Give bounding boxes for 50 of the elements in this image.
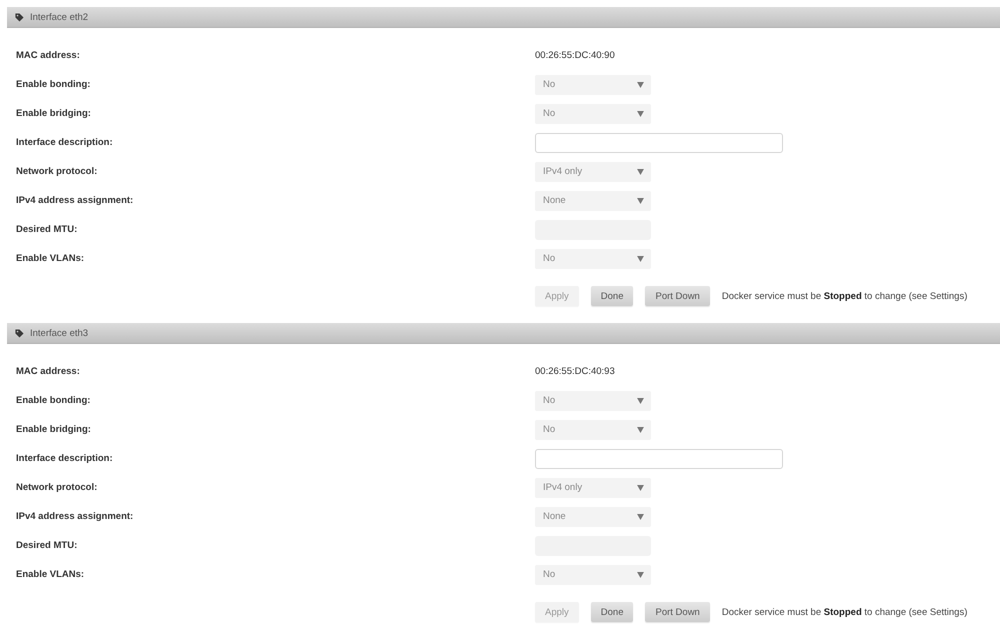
select-field[interactable]: No <box>535 420 651 440</box>
caret-icon <box>637 572 644 578</box>
field-label: IPv4 address assignment: <box>16 511 134 522</box>
field-label: Interface description: <box>16 453 114 464</box>
caret-icon <box>637 198 644 204</box>
tag-icon <box>15 12 24 22</box>
field-label: IPv4 address assignment: <box>16 195 134 206</box>
select-field[interactable]: None <box>535 190 651 210</box>
field-label: Desired MTU: <box>16 224 78 235</box>
field-label: Interface description: <box>16 137 114 148</box>
field-label: Enable VLANs: <box>16 253 86 264</box>
field-label: Enable VLANs: <box>16 569 86 580</box>
action-button[interactable]: Done <box>590 602 634 622</box>
select-field[interactable]: None <box>535 506 651 526</box>
select-field[interactable]: IPv4 only <box>535 478 651 498</box>
field-label: Desired MTU: <box>16 540 78 551</box>
caret-icon <box>637 426 644 432</box>
panel-title: Interface eth3 <box>30 328 88 338</box>
action-button[interactable]: Done <box>590 286 634 306</box>
caret-icon <box>637 514 644 520</box>
caret-icon <box>637 110 644 116</box>
select-field[interactable]: No <box>535 564 651 584</box>
docker-note: Docker service must be Stopped to change (see Settings) <box>722 606 968 618</box>
caret-icon <box>637 484 644 490</box>
action-button[interactable]: Port Down <box>645 602 710 622</box>
mac-address-value: 00:26:55:DC:40:93 <box>535 366 615 377</box>
field-label: Enable bridging: <box>16 108 92 119</box>
select-field[interactable]: No <box>535 248 651 268</box>
field-label: Network protocol: <box>16 482 98 493</box>
mac-address-value: 00:26:55:DC:40:90 <box>535 50 615 61</box>
text-field[interactable] <box>535 448 783 468</box>
tag-icon <box>15 328 24 338</box>
panel-title: Interface eth2 <box>30 12 88 22</box>
field-label: Enable bonding: <box>16 79 92 90</box>
caret-icon <box>637 168 644 174</box>
field-label: Network protocol: <box>16 166 98 177</box>
caret-icon <box>637 398 644 404</box>
field-label: Enable bonding: <box>16 395 92 406</box>
docker-note: Docker service must be Stopped to change (see Settings) <box>722 290 968 302</box>
caret-icon <box>637 256 644 262</box>
field-label: MAC address: <box>16 366 81 377</box>
select-field[interactable]: IPv4 only <box>535 162 651 182</box>
select-field[interactable]: No <box>535 74 651 94</box>
caret-icon <box>637 82 644 88</box>
text-field[interactable] <box>535 132 783 152</box>
action-button[interactable]: Port Down <box>645 286 710 306</box>
select-field[interactable]: No <box>535 390 651 410</box>
field-label: Enable bridging: <box>16 424 92 435</box>
field-label: MAC address: <box>16 50 81 61</box>
select-field[interactable]: No <box>535 104 651 124</box>
